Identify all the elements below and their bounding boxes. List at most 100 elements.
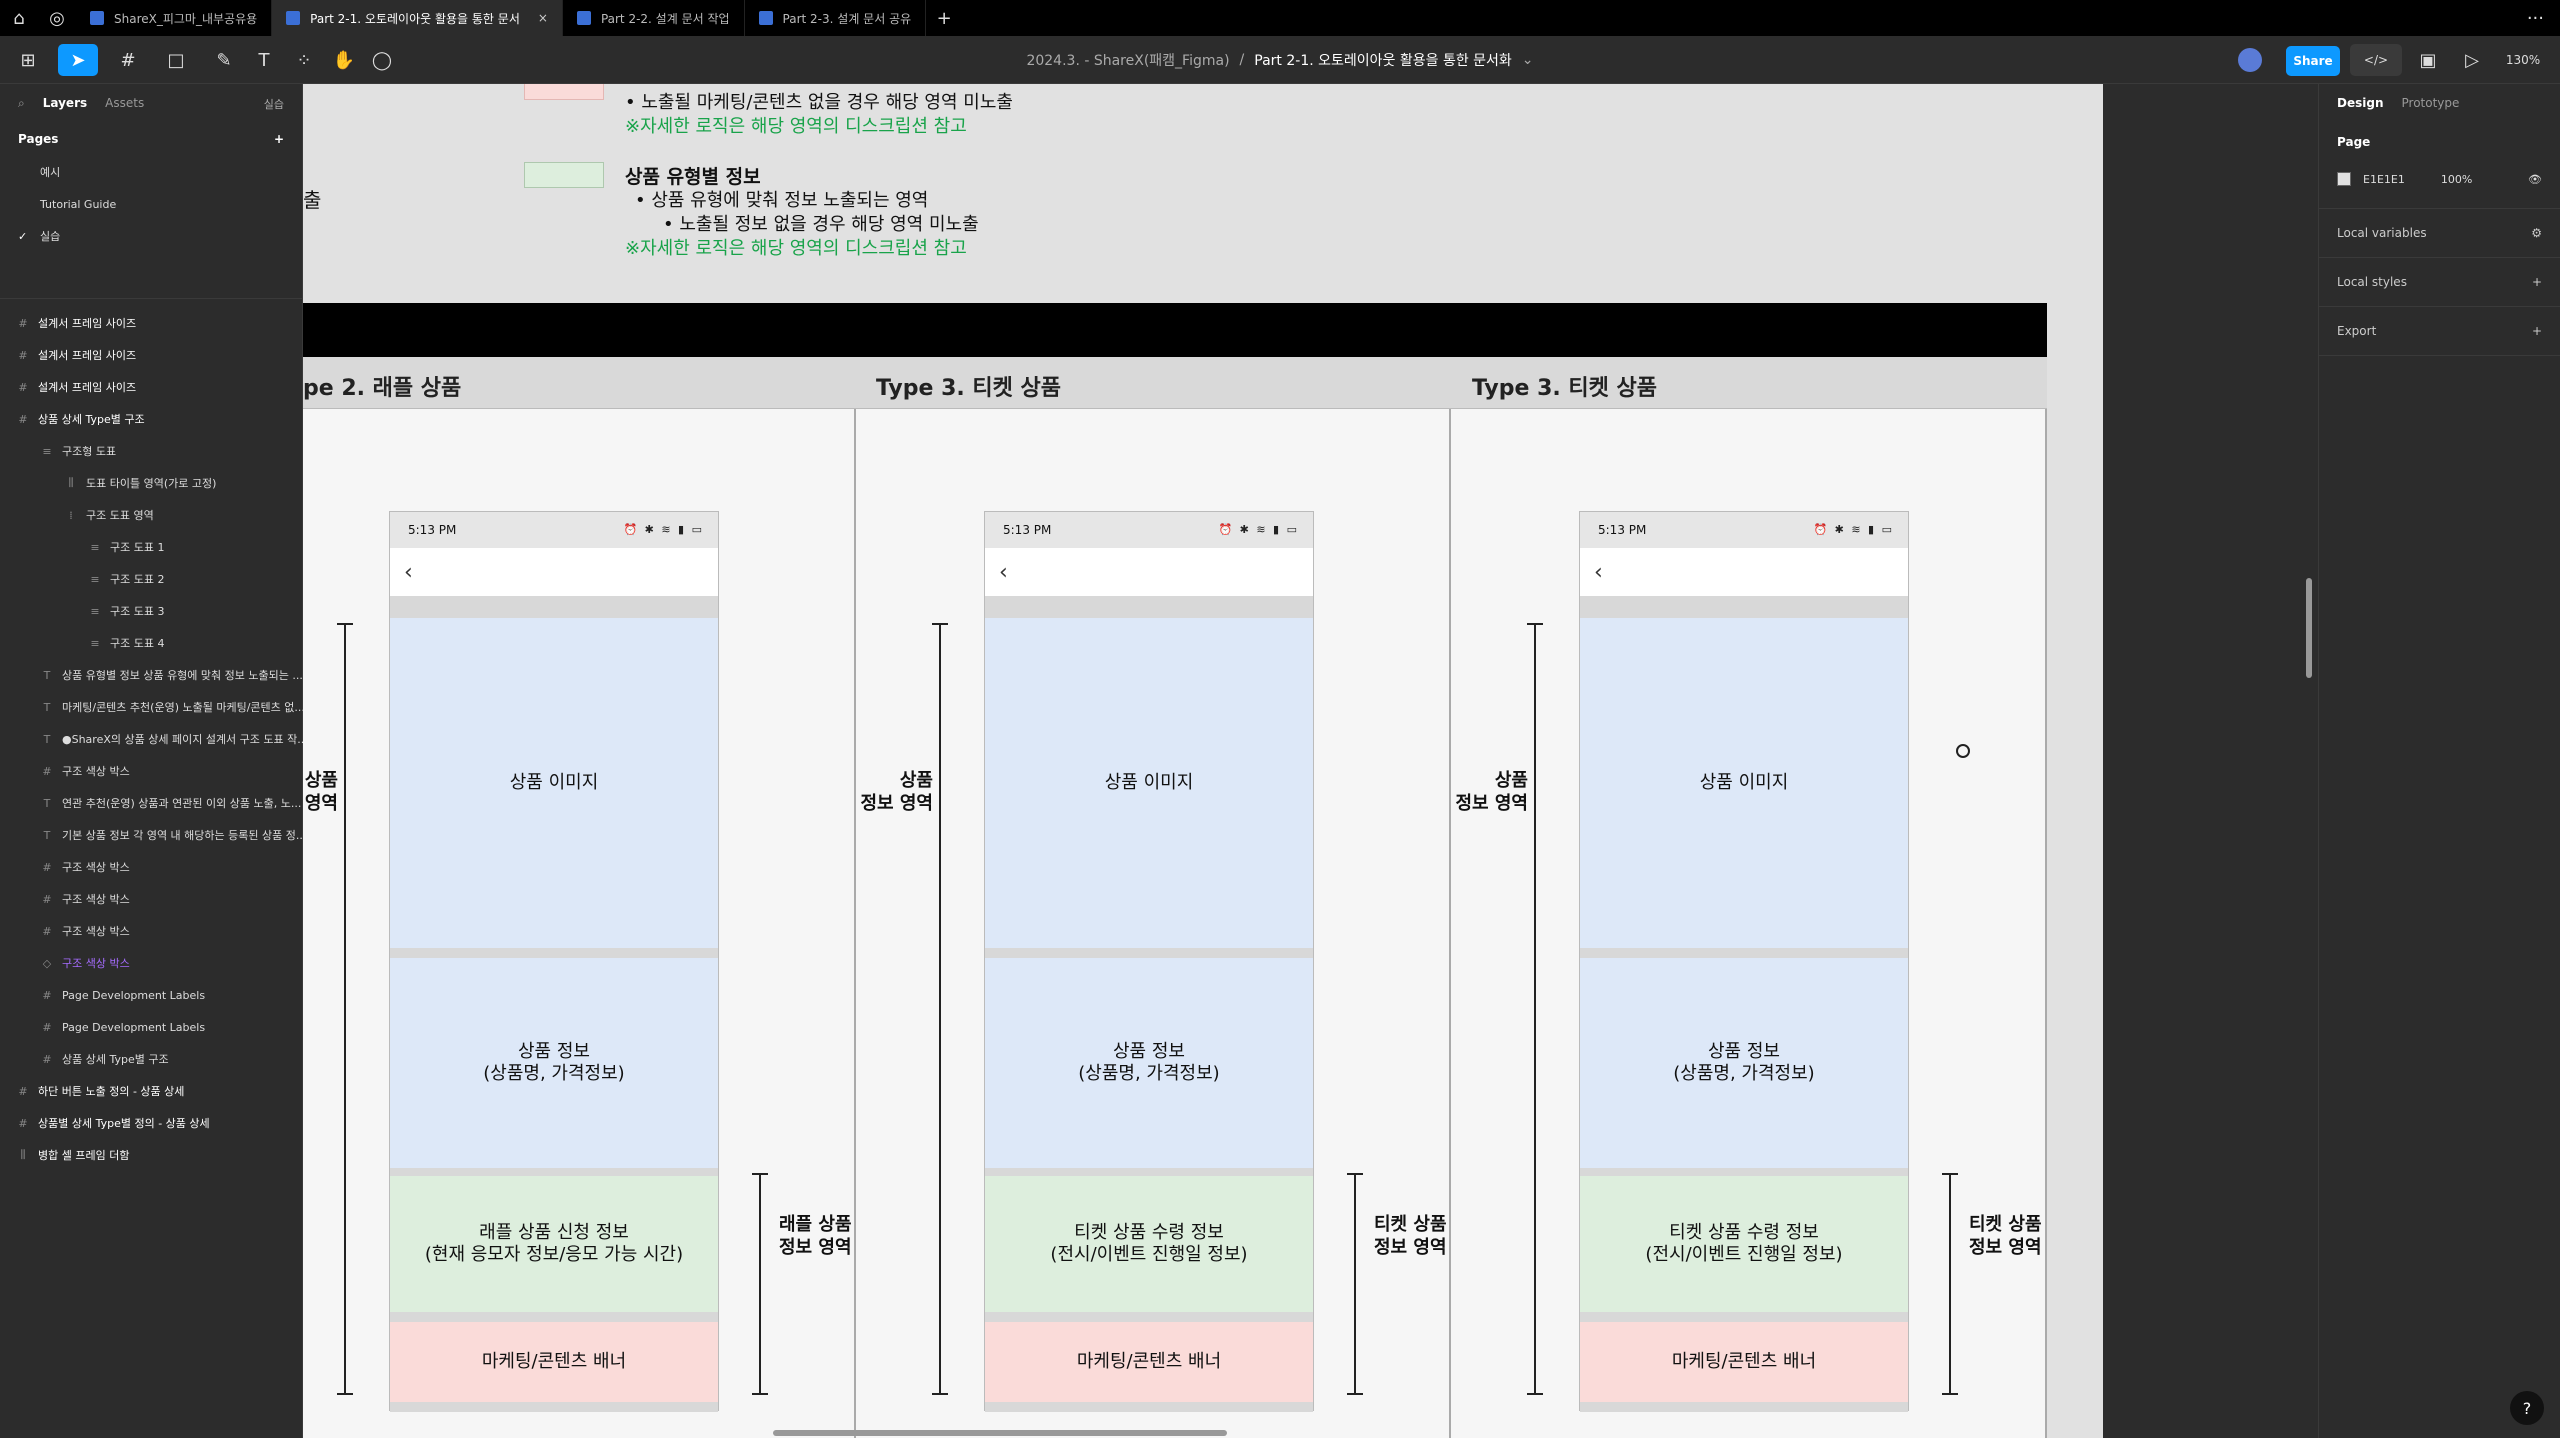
search-icon[interactable]: ⌕ — [18, 96, 25, 111]
bracket-line — [759, 1174, 761, 1394]
text-tool-icon[interactable]: T — [248, 44, 280, 76]
help-button[interactable]: ? — [2510, 1391, 2544, 1425]
layer-label: 상품별 상세 Type별 정의 - 상품 상세 — [38, 1117, 210, 1130]
zoom-level[interactable]: 130% — [2498, 44, 2548, 76]
comment-tool-icon[interactable]: ◯ — [366, 44, 398, 76]
more-options-icon[interactable]: ··· — [2527, 0, 2544, 36]
tab-layers[interactable]: Layers — [43, 96, 87, 110]
resources-tool-icon[interactable]: ⁘ — [288, 44, 320, 76]
layer-row[interactable]: ≡ 구조 도표 4 — [0, 627, 303, 659]
move-tool-icon[interactable]: ➤ — [58, 44, 98, 76]
tab-label: ShareX_피그마_내부공유용 — [114, 11, 258, 26]
add-export-icon[interactable]: + — [2532, 324, 2542, 338]
pen-tool-icon[interactable]: ✎ — [204, 44, 244, 76]
chevron-down-icon[interactable]: ⌄ — [1522, 52, 1534, 68]
page-item[interactable]: 예시 — [0, 156, 302, 188]
layer-row[interactable]: # Page Development Labels — [0, 979, 303, 1011]
status-icons: ⏰ ✱ ≋ ▮ ▭ — [1218, 523, 1299, 536]
layer-row[interactable]: T 기본 상품 정보 각 영역 내 해당하는 등록된 상품 정... — [0, 819, 303, 851]
layer-row[interactable]: # 설계서 프레임 사이즈 — [0, 371, 303, 403]
horizontal-scrollbar[interactable] — [773, 1430, 1227, 1436]
frame-icon: # — [42, 1020, 52, 1034]
product-info-area: 상품 정보 (상품명, 가격정보) — [390, 958, 718, 1168]
layer-row[interactable]: ≡ 구조 도표 3 — [0, 595, 303, 627]
home-icon[interactable]: ⌂ — [0, 0, 38, 36]
layer-row[interactable]: ◇ 구조 색상 박스 — [0, 947, 303, 979]
layer-row[interactable]: # 구조 색상 박스 — [0, 883, 303, 915]
add-page-icon[interactable]: + — [274, 132, 284, 146]
avatar[interactable] — [2228, 44, 2272, 76]
main-menu-icon[interactable]: ⊞ — [10, 44, 46, 76]
dev-mode-toggle[interactable]: </> — [2350, 44, 2402, 76]
layer-row[interactable]: ≡ 구조 도표 1 — [0, 531, 303, 563]
add-style-icon[interactable]: + — [2532, 275, 2542, 289]
divider — [985, 1168, 1313, 1176]
page-label: Tutorial Guide — [40, 197, 117, 211]
tab-design[interactable]: Design — [2337, 96, 2384, 110]
back-chevron-icon[interactable]: ‹ — [1594, 560, 1603, 585]
layer-row[interactable]: # 구조 색상 박스 — [0, 755, 303, 787]
canvas[interactable]: • 노출될 마케팅/콘텐츠 없을 경우 해당 영역 미노출 ※자세한 로직은 해… — [303, 84, 2103, 1438]
layer-label: 구조 색상 박스 — [62, 893, 130, 906]
layer-label: 구조 도표 4 — [110, 637, 165, 650]
layer-row[interactable]: # 구조 색상 박스 — [0, 851, 303, 883]
page-color-value[interactable]: E1E1E1 — [2363, 173, 2405, 186]
file-path[interactable]: 2024.3. - ShareX(패캠_Figma) — [1026, 50, 1229, 70]
bracket-line — [344, 624, 346, 1394]
layer-row[interactable]: T 연관 추천(운영) 상품과 연관된 이외 상품 노출, 노... — [0, 787, 303, 819]
layer-row[interactable]: ≡ 구조 도표 2 — [0, 563, 303, 595]
share-button[interactable]: Share — [2286, 46, 2340, 76]
divider — [1580, 1402, 1908, 1412]
tab-part-2-2[interactable]: Part 2-2. 설계 문서 작업 — [563, 0, 745, 36]
layer-row[interactable]: # 상품별 상세 Type별 정의 - 상품 상세 — [0, 1107, 303, 1139]
layer-row[interactable]: # 구조 색상 박스 — [0, 915, 303, 947]
back-chevron-icon[interactable]: ‹ — [404, 560, 413, 585]
left-panel: ⌕ Layers Assets 실습 Pages + 예시 Tutorial Gu… — [0, 84, 303, 1438]
layer-row[interactable]: # 하단 버튼 노출 정의 - 상품 상세 — [0, 1075, 303, 1107]
divider — [985, 1312, 1313, 1322]
page-color-swatch[interactable] — [2337, 172, 2351, 186]
phone-mockup: 5:13 PM ⏰ ✱ ≋ ▮ ▭ ‹ 상품 이미지 상품 정보 (상품명, 가격정보)… — [1579, 511, 1909, 1412]
sliders-icon[interactable]: ⚙ — [2531, 226, 2542, 240]
local-variables-label[interactable]: Local variables — [2337, 226, 2427, 240]
page-color-row[interactable]: E1E1E1 100% 👁 — [2337, 162, 2542, 196]
layer-row[interactable]: ≡ 구조형 도표 — [0, 435, 303, 467]
layer-label: 설계서 프레임 사이즈 — [38, 381, 137, 394]
breadcrumb-separator: / — [1239, 52, 1245, 68]
hand-tool-icon[interactable]: ✋ — [328, 44, 360, 76]
tab-part-2-1[interactable]: Part 2-1. 오토레이아웃 활용을 통한 문서 × — [272, 0, 563, 36]
page-item[interactable]: ✓ 실습 — [0, 220, 302, 252]
close-tab-icon[interactable]: × — [538, 11, 548, 25]
layer-row[interactable]: # 설계서 프레임 사이즈 — [0, 307, 303, 339]
page-opacity[interactable]: 100% — [2441, 173, 2472, 186]
library-icon[interactable]: ▣ — [2412, 44, 2444, 76]
legend-green-bullet-2: 노출될 정보 없을 경우 해당 영역 미노출 — [679, 214, 979, 235]
shape-tool-icon[interactable]: □ — [156, 44, 196, 76]
tab-sharex-internal[interactable]: ShareX_피그마_내부공유용 — [76, 0, 273, 36]
present-icon[interactable]: ▷ — [2454, 44, 2490, 76]
layer-label: 구조 도표 1 — [110, 541, 165, 554]
layer-row[interactable]: # 설계서 프레임 사이즈 — [0, 339, 303, 371]
layer-row[interactable]: # 상품 상세 Type별 구조 — [0, 403, 303, 435]
globe-icon[interactable]: ◎ — [38, 0, 76, 36]
page-title[interactable]: Part 2-1. 오토레이아웃 활용을 통한 문서화 — [1254, 50, 1512, 70]
new-tab-button[interactable]: + — [926, 0, 962, 36]
layer-row[interactable]: T 상품 유형별 정보 상품 유형에 맞춰 정보 노출되는 ... — [0, 659, 303, 691]
tab-assets[interactable]: Assets — [105, 96, 144, 110]
vertical-scrollbar[interactable] — [2306, 578, 2312, 678]
layer-row[interactable]: ⫼ 도표 타이틀 영역(가로 고정) — [0, 467, 303, 499]
layer-row[interactable]: T 마케팅/콘텐츠 추천(운영) 노출될 마케팅/콘텐츠 없... — [0, 691, 303, 723]
layer-row[interactable]: T ●ShareX의 상품 상세 페이지 설계서 구조 도표 작... — [0, 723, 303, 755]
layer-row[interactable]: ⁞ 구조 도표 영역 — [0, 499, 303, 531]
page-item[interactable]: Tutorial Guide — [0, 188, 302, 220]
eye-icon[interactable]: 👁 — [2528, 173, 2542, 186]
layer-row[interactable]: # 상품 상세 Type별 구조 — [0, 1043, 303, 1075]
layer-row[interactable]: # Page Development Labels — [0, 1011, 303, 1043]
back-chevron-icon[interactable]: ‹ — [999, 560, 1008, 585]
nav-bar: ‹ — [985, 548, 1313, 596]
tab-part-2-3[interactable]: Part 2-3. 설계 문서 공유 — [745, 0, 927, 36]
tab-prototype[interactable]: Prototype — [2402, 96, 2460, 110]
frame-tool-icon[interactable]: # — [108, 44, 148, 76]
layer-row[interactable]: ⫼ 병합 셀 프레임 더함 — [0, 1139, 303, 1171]
current-page-selector[interactable]: 실습 — [264, 96, 284, 112]
